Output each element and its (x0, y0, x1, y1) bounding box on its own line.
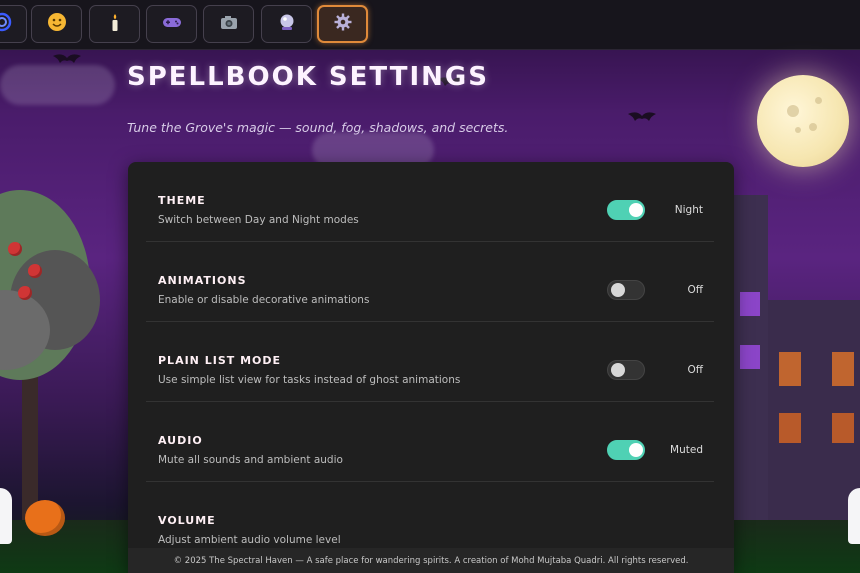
setting-description: Switch between Day and Night modes (158, 214, 359, 226)
setting-title: PLAIN LIST MODE (158, 354, 282, 367)
haunted-house (734, 175, 860, 520)
crystal-ball-icon (276, 11, 298, 37)
setting-state: Off (687, 364, 704, 376)
setting-row-plain-list-mode: PLAIN LIST MODE Use simple list view for… (146, 322, 714, 402)
cloud (0, 65, 115, 105)
apple-tree (0, 190, 100, 520)
tab-crystal-ball[interactable] (261, 5, 312, 43)
toggle-knob (629, 203, 643, 217)
setting-title: AUDIO (158, 434, 203, 447)
setting-description: Adjust ambient audio volume level (158, 534, 341, 546)
setting-title: THEME (158, 194, 206, 207)
theme-toggle[interactable] (607, 200, 645, 220)
toggle-knob (611, 283, 625, 297)
gamepad-icon (161, 11, 183, 37)
toggle-knob (629, 443, 643, 457)
tab-smiley[interactable] (31, 5, 82, 43)
top-nav-bar (0, 0, 860, 50)
tab-spiral[interactable] (0, 5, 27, 43)
page-title: SPELLBOOK SETTINGS (127, 62, 489, 92)
moon (757, 75, 849, 167)
tab-camera[interactable] (203, 5, 254, 43)
setting-state: Night (674, 204, 703, 216)
ghost-right (848, 488, 860, 544)
pumpkin (25, 500, 65, 536)
settings-panel: THEME Switch between Day and Night modes… (128, 162, 734, 573)
setting-state: Muted (670, 444, 703, 456)
setting-row-animations: ANIMATIONS Enable or disable decorative … (146, 242, 714, 322)
setting-row-theme: THEME Switch between Day and Night modes… (146, 162, 714, 242)
setting-title: ANIMATIONS (158, 274, 247, 287)
page-subtitle: Tune the Grove's magic — sound, fog, sha… (127, 120, 509, 135)
footer: © 2025 The Spectral Haven — A safe place… (128, 548, 734, 573)
toggle-knob (611, 363, 625, 377)
animations-toggle[interactable] (607, 280, 645, 300)
camera-icon (218, 11, 240, 37)
setting-state: Off (687, 284, 704, 296)
setting-description: Use simple list view for tasks instead o… (158, 374, 461, 386)
setting-title: VOLUME (158, 514, 216, 527)
setting-description: Enable or disable decorative animations (158, 294, 370, 306)
tab-candle[interactable] (89, 5, 140, 43)
setting-row-audio: AUDIO Mute all sounds and ambient audio … (146, 402, 714, 482)
candle-icon (104, 11, 126, 37)
spiral-icon (0, 11, 13, 37)
plain-list-mode-toggle[interactable] (607, 360, 645, 380)
bat-icon (53, 54, 81, 63)
gear-icon (332, 11, 354, 37)
bat-icon (628, 112, 656, 121)
tab-settings[interactable] (317, 5, 368, 43)
smiley-icon (46, 11, 68, 37)
ghost-left (0, 488, 12, 544)
setting-description: Mute all sounds and ambient audio (158, 454, 343, 466)
tab-games[interactable] (146, 5, 197, 43)
audio-toggle[interactable] (607, 440, 645, 460)
